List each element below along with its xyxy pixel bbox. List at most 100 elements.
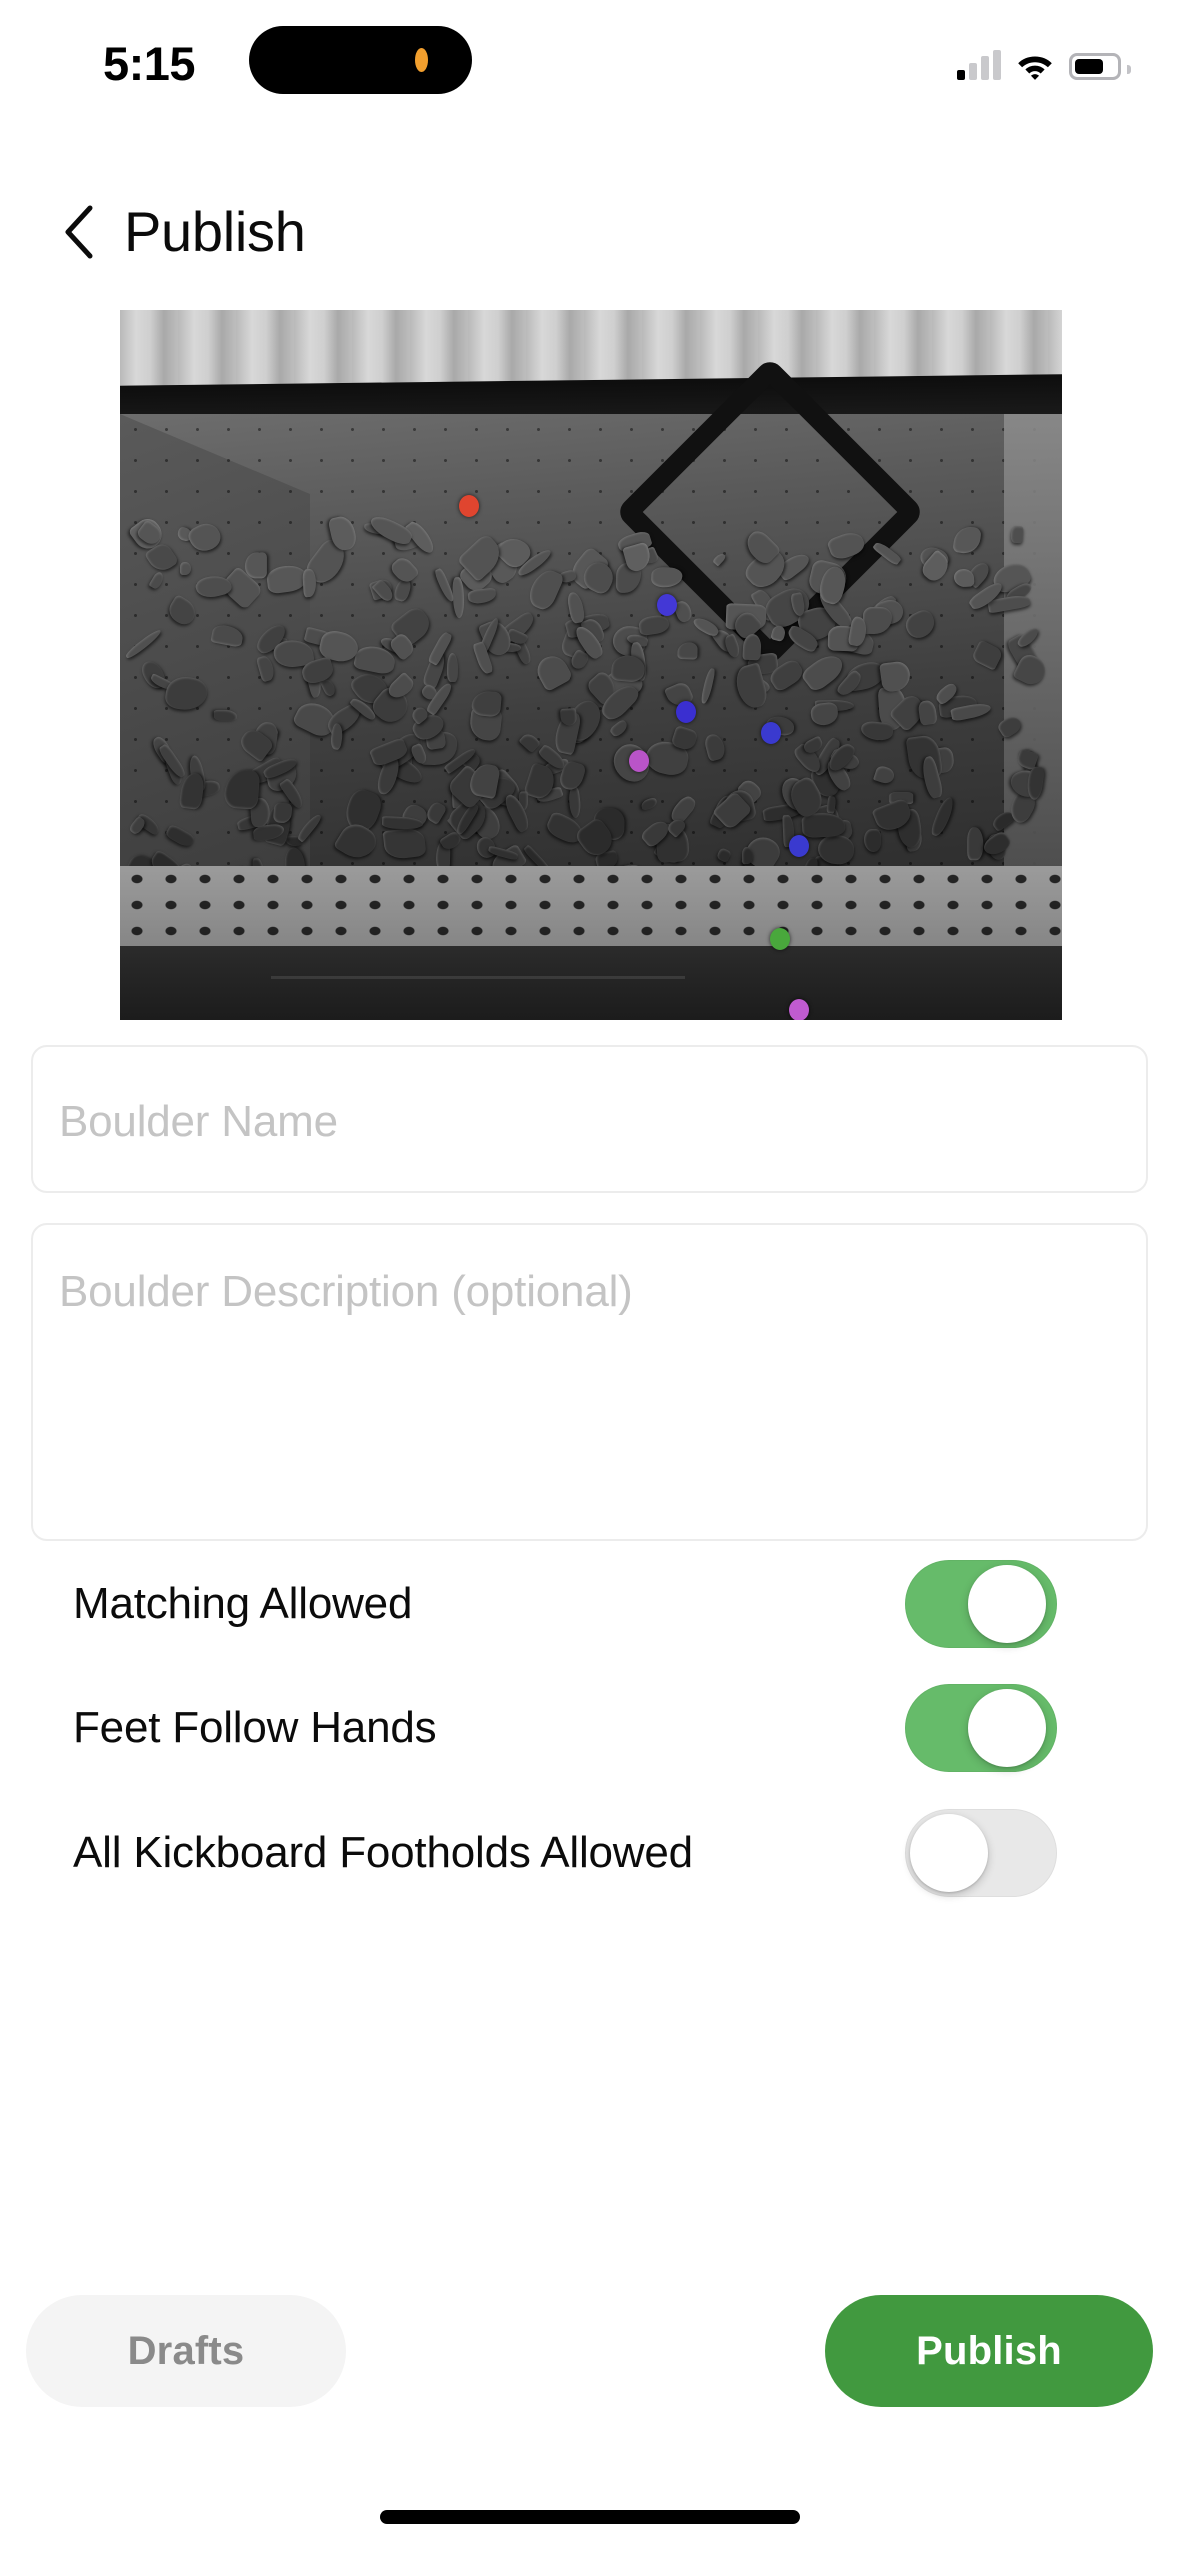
climbing-hold [518, 731, 541, 754]
climbing-hold [382, 827, 428, 861]
dynamic-island[interactable] [249, 26, 472, 94]
climbing-hold [677, 641, 698, 660]
climbing-hold [213, 709, 237, 721]
highlighted-hold-hand-hold [760, 721, 781, 744]
climbing-hold [825, 796, 836, 814]
climbing-hold [712, 550, 728, 567]
wifi-icon [1018, 56, 1052, 80]
highlighted-hold-hand-hold [675, 700, 696, 723]
climbing-hold [769, 624, 786, 642]
climbing-hold [716, 846, 732, 863]
boulder-name-placeholder: Boulder Name [59, 1097, 338, 1146]
climbing-hold [970, 638, 1004, 671]
toggle-all-kickboard-footholds-allowed[interactable] [905, 1809, 1057, 1897]
climbing-hold [532, 650, 574, 693]
climbing-hold [147, 570, 166, 591]
drafts-button[interactable]: Drafts [26, 2295, 346, 2407]
climbing-hold [700, 668, 716, 705]
publish-button[interactable]: Publish [825, 2295, 1153, 2407]
climbing-hold [742, 633, 761, 661]
climbing-hold [296, 811, 323, 843]
setting-row-feet-follow-hands: Feet Follow Hands [0, 1682, 1179, 1774]
climbing-hold [862, 606, 892, 634]
status-time: 5:15 [103, 37, 196, 90]
status-icons [957, 40, 1131, 80]
climbing-hold [185, 518, 225, 557]
toggle-matching-allowed[interactable] [905, 1560, 1057, 1648]
climbing-hold [953, 568, 975, 588]
climbing-hold [446, 652, 458, 683]
boulder-description-placeholder: Boulder Description (optional) [59, 1267, 633, 1316]
toggle-knob [968, 1689, 1046, 1767]
climbing-hold [567, 785, 583, 819]
setting-label-matching-allowed: Matching Allowed [73, 1579, 413, 1628]
status-bar: 5:15 [0, 0, 1179, 118]
climbing-hold [917, 699, 938, 725]
back-button[interactable] [48, 200, 108, 264]
battery-icon [1069, 53, 1131, 80]
home-indicator[interactable] [379, 2510, 800, 2524]
climbing-hold [470, 689, 503, 718]
kickboard-holds [120, 866, 1062, 946]
boulder-description-input[interactable]: Boulder Description (optional) [31, 1223, 1148, 1541]
climbing-hold [256, 654, 277, 683]
climbing-hold [1010, 525, 1024, 544]
climbing-hold [333, 817, 381, 865]
climbing-hold [637, 613, 670, 637]
climbing-hold [809, 701, 840, 727]
climbing-hold [873, 764, 897, 787]
climbing-hold [424, 799, 449, 825]
climbing-hold [210, 622, 245, 648]
setting-label-all-kickboard-footholds-allowed: All Kickboard Footholds Allowed [73, 1828, 693, 1877]
climbing-hold [388, 554, 420, 586]
climbing-hold [871, 539, 902, 567]
climbing-hold [864, 828, 882, 853]
climbing-hold [164, 593, 200, 629]
setting-row-matching-allowed: Matching Allowed [0, 1558, 1179, 1650]
climbing-hold [650, 566, 683, 588]
climbing-hold [302, 568, 317, 598]
climbing-hold [702, 731, 728, 762]
chevron-left-icon [65, 205, 93, 259]
climbing-hold [952, 525, 983, 556]
board-preview-image[interactable] [120, 310, 1062, 1020]
gym-floor [120, 946, 1062, 1020]
climbing-hold [929, 794, 957, 838]
climbing-hold [178, 771, 205, 810]
highlighted-hold-foot-hold [628, 750, 649, 773]
climbing-hold [223, 768, 261, 810]
climbing-hold [180, 561, 192, 575]
climbing-hold [640, 797, 659, 812]
climbing-hold [995, 713, 1024, 740]
page-header: Publish [0, 186, 1179, 290]
app-screen: 5:15 Publish Boulder Name Boulder Descri… [0, 0, 1179, 2556]
page-title: Publish [124, 200, 306, 263]
toggle-knob [910, 1814, 988, 1892]
climbing-hold [859, 720, 894, 743]
setting-label-feet-follow-hands: Feet Follow Hands [73, 1703, 437, 1752]
boulder-name-input[interactable]: Boulder Name [31, 1045, 1148, 1193]
climbing-hold [878, 660, 912, 694]
climbing-hold [967, 827, 984, 860]
climbing-hold [608, 718, 630, 738]
climbing-hold [722, 632, 742, 659]
climbing-hold [164, 674, 210, 713]
climbing-hold [826, 528, 867, 563]
climbing-hold [319, 677, 338, 699]
highlighted-hold-start-hold [459, 494, 480, 517]
climbing-hold [901, 607, 939, 643]
climbing-hold [467, 587, 497, 605]
setting-row-all-kickboard-footholds-allowed: All Kickboard Footholds Allowed [0, 1807, 1179, 1899]
climbing-hold [163, 822, 196, 849]
highlighted-hold-hand-hold [656, 594, 677, 616]
cellular-signal-icon [957, 50, 1001, 80]
climbing-hold [245, 552, 268, 579]
climbing-hold [265, 563, 308, 595]
climbing-hold [560, 707, 578, 726]
highlighted-hold-kick-hold [788, 998, 809, 1020]
island-activity-indicator-icon [415, 48, 428, 72]
climbing-hold [124, 628, 164, 661]
toggle-feet-follow-hands[interactable] [905, 1684, 1057, 1772]
toggle-knob [968, 1565, 1046, 1643]
highlighted-hold-finish-hold [769, 927, 790, 950]
